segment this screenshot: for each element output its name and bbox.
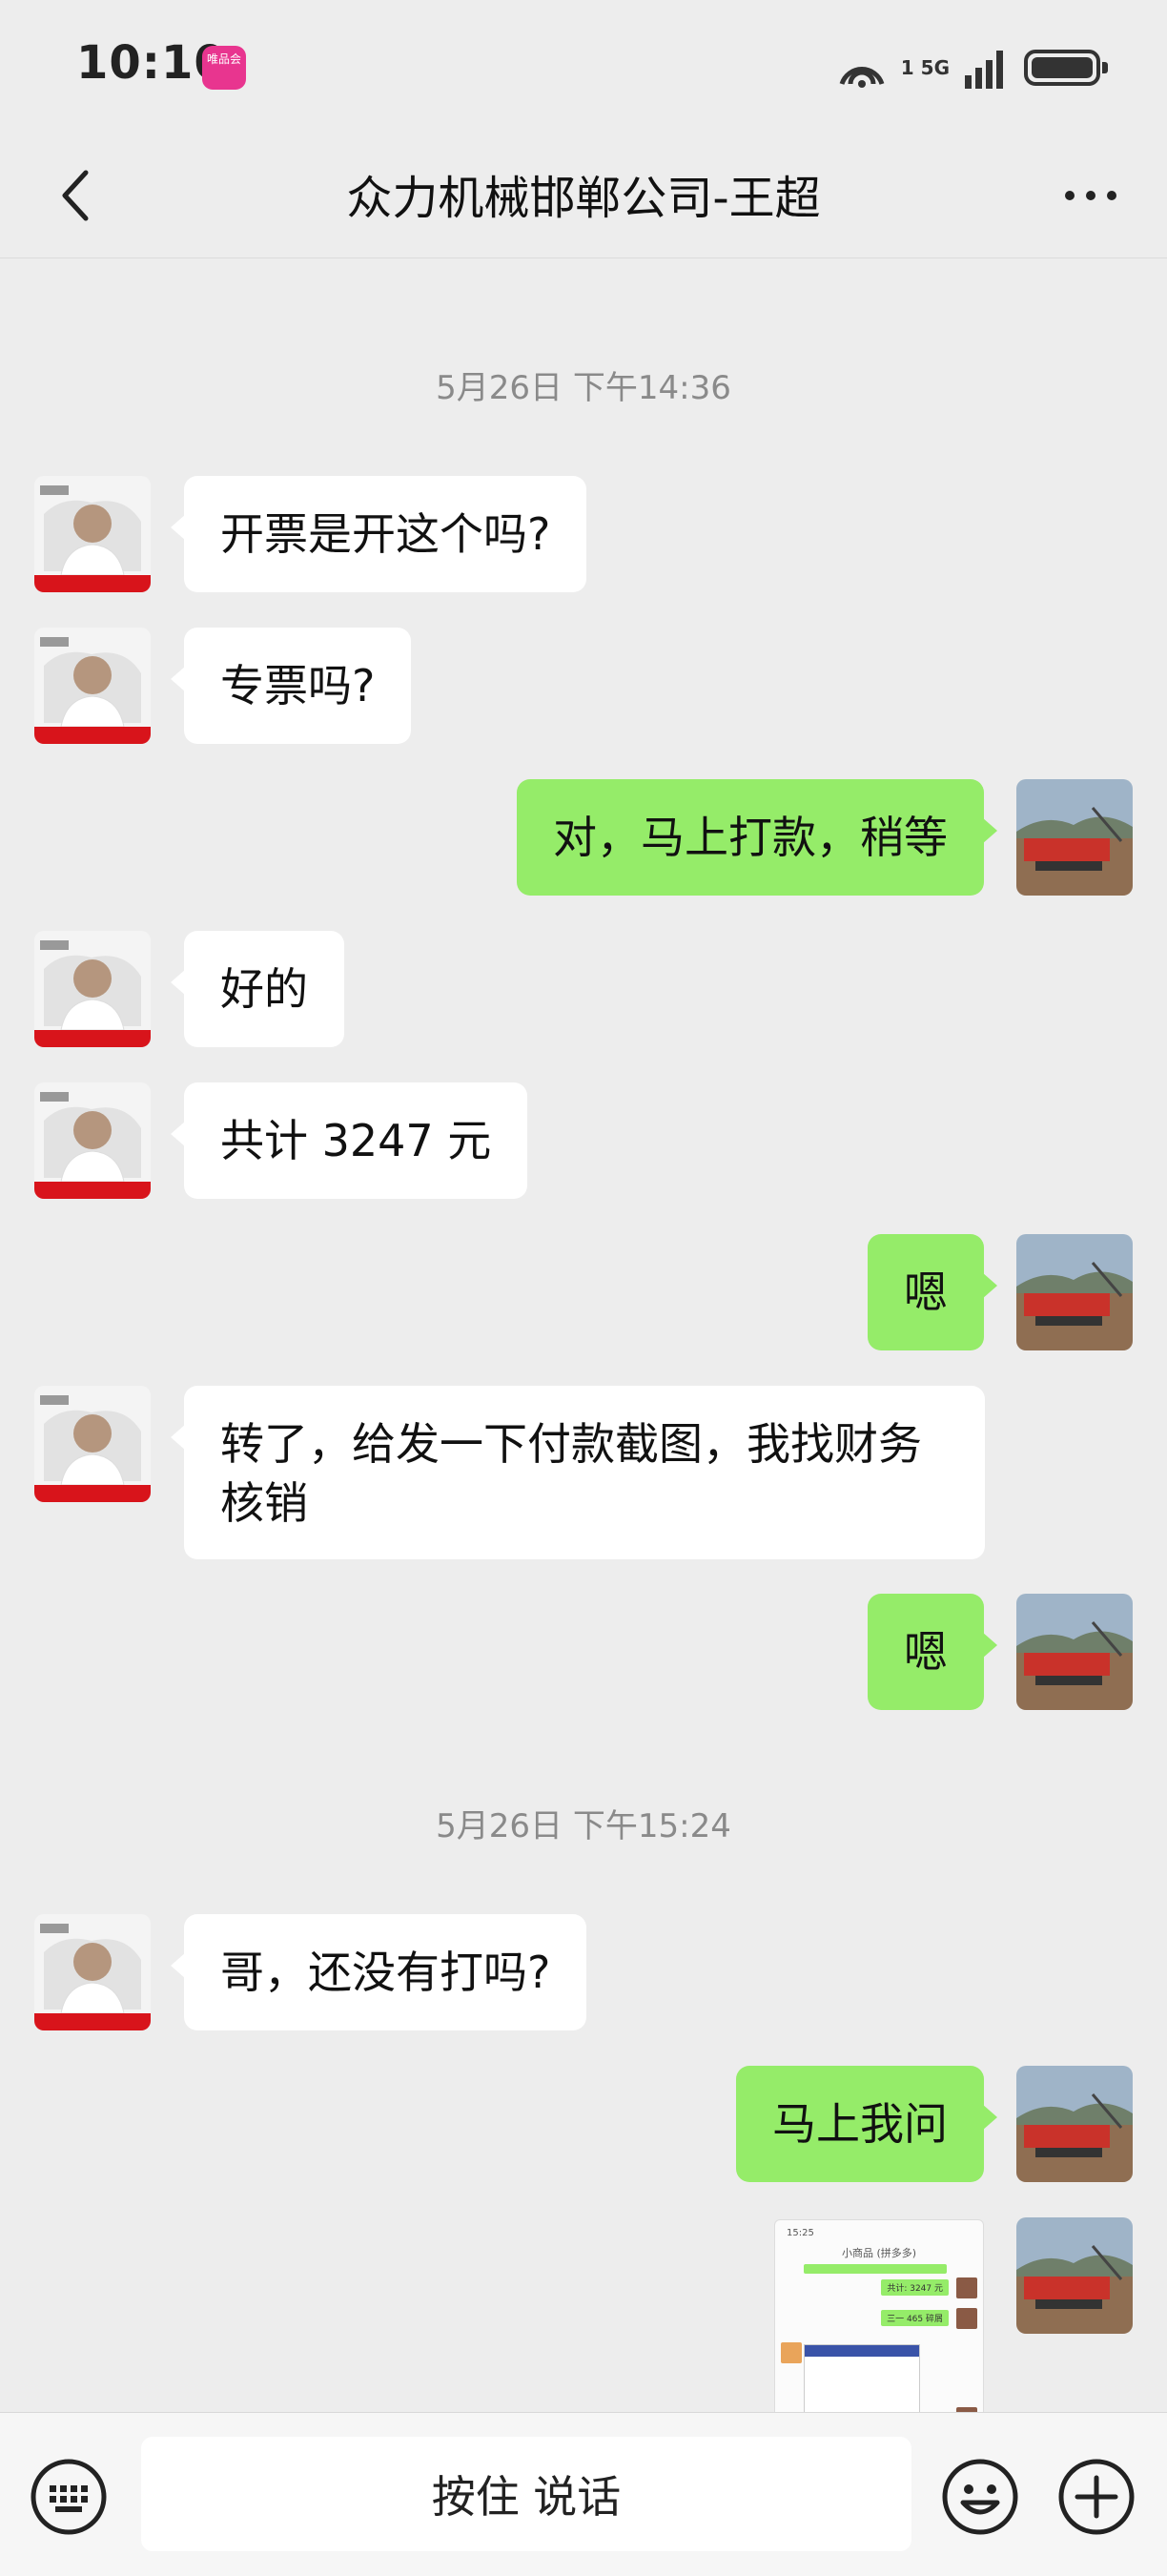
status-bar: 10:10 唯品会 1 5G [0,0,1167,134]
hotspot-icon [839,67,885,88]
thumb-text: 共计: 3247 元 [881,2279,949,2296]
thumb-avatar [956,2277,977,2298]
chat-header: 众力机械邯郸公司-王超 [0,134,1167,258]
outgoing-message[interactable]: 嗯 [868,1234,997,1350]
thumb-avatar [781,2342,802,2363]
contact-avatar[interactable] [34,1914,151,2030]
my-avatar[interactable] [1016,1594,1133,1710]
contact-avatar[interactable] [34,1082,151,1199]
emoji-icon [942,2459,1018,2535]
battery-icon [1024,50,1108,86]
thumb-title: 小商品 (拼多多) [841,2247,917,2259]
emoji-button[interactable] [940,2457,1020,2537]
my-avatar[interactable] [1016,779,1133,896]
more-actions-button[interactable] [1056,2457,1136,2537]
incoming-message[interactable]: 开票是开这个吗? [170,476,587,592]
contact-avatar[interactable] [34,476,151,592]
thumb-bubble [804,2264,947,2274]
plus-icon [1058,2459,1135,2535]
keyboard-toggle-button[interactable] [29,2457,109,2537]
signal-bars-icon [965,51,1003,89]
outgoing-message[interactable]: 马上我问 [736,2066,997,2182]
thumb-avatar [956,2308,977,2329]
timestamp: 5月26日 下午14:36 [436,369,731,407]
outgoing-message[interactable]: 嗯 [868,1594,997,1710]
more-options-button[interactable] [1053,157,1129,234]
my-avatar[interactable] [1016,2217,1133,2334]
timestamp: 5月26日 下午15:24 [436,1807,731,1845]
vip-app-badge: 唯品会 [202,46,246,90]
thumb-card [804,2344,920,2412]
my-avatar[interactable] [1016,1234,1133,1350]
incoming-message[interactable]: 共计 3247 元 [170,1082,528,1199]
hold-to-talk-button[interactable]: 按住 说话 [141,2437,911,2551]
image-message[interactable]: 15:25 小商品 (拼多多) 共计: 3247 元 三一 465 碎屑 [774,2219,984,2412]
signal-label: 1 5G [900,56,950,79]
status-icons: 1 5G [836,44,1108,92]
more-dots-icon [1065,191,1116,200]
incoming-message[interactable]: 转了，给发一下付款截图，我找财务核销 [171,1386,985,1559]
incoming-message[interactable]: 哥，还没有打吗? [170,1914,587,2030]
message-list[interactable]: 5月26日 下午14:36 开票是开这个吗? 专票吗? 对，马上打款，稍等 好的… [0,258,1167,2412]
chat-title: 众力机械邯郸公司-王超 [346,172,821,225]
thumb-time: 15:25 [787,2228,814,2238]
contact-avatar[interactable] [34,1386,151,1502]
thumb-text: 三一 465 碎屑 [881,2310,949,2326]
input-bar: 按住 说话 [0,2412,1167,2576]
keyboard-icon [31,2459,107,2535]
incoming-message[interactable]: 专票吗? [170,628,412,744]
incoming-message[interactable]: 好的 [171,931,344,1047]
my-avatar[interactable] [1016,2066,1133,2182]
contact-avatar[interactable] [34,628,151,744]
outgoing-message[interactable]: 对，马上打款，稍等 [517,779,997,896]
contact-avatar[interactable] [34,931,151,1047]
